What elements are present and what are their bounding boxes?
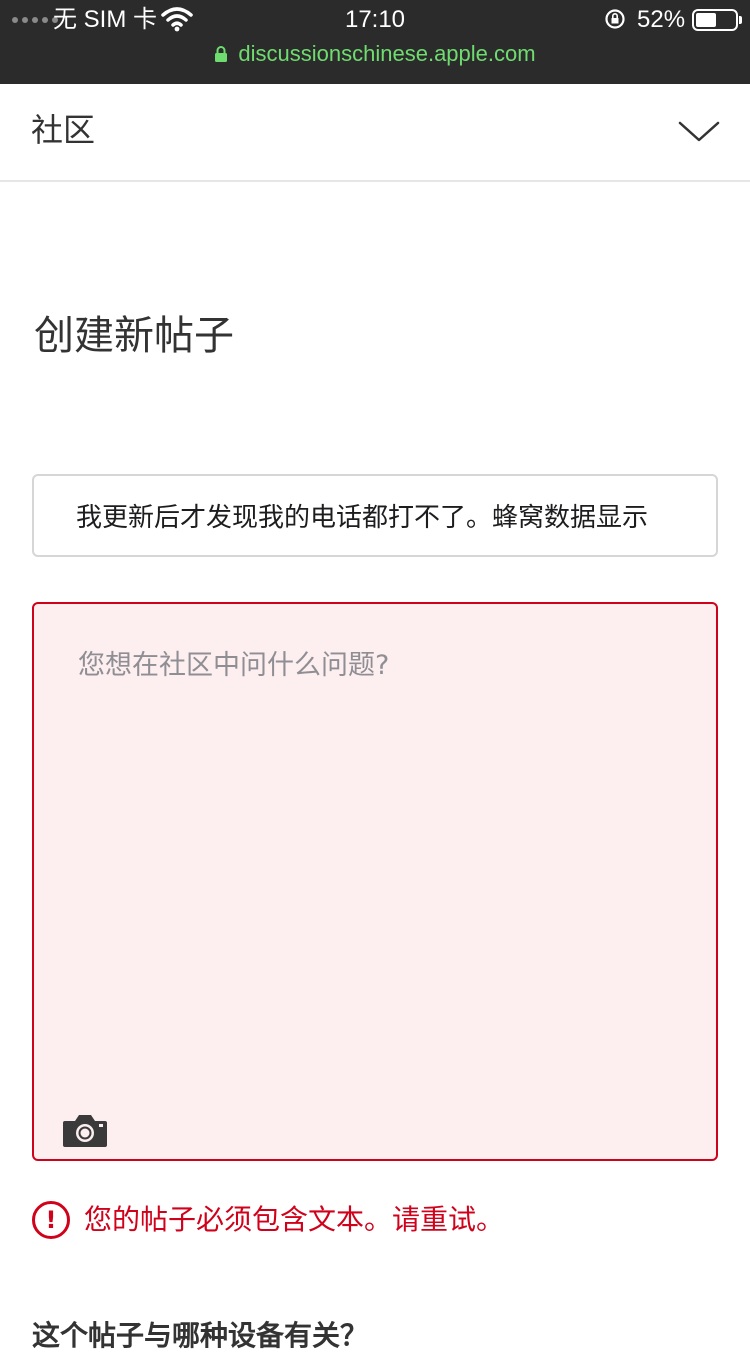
page-title: 创建新帖子 xyxy=(34,313,234,359)
status-row: 无 SIM 卡 17:10 52% xyxy=(0,0,750,40)
community-title[interactable]: 社区 xyxy=(31,110,95,150)
camera-icon[interactable] xyxy=(62,1112,108,1148)
battery-icon xyxy=(692,9,742,31)
site-header: 社区 xyxy=(0,84,750,182)
battery-percent: 52% xyxy=(637,6,686,33)
status-bar: 无 SIM 卡 17:10 52% discussionschinese.app… xyxy=(0,0,750,84)
chevron-down-icon[interactable] xyxy=(678,120,720,144)
device-question-label: 这个帖子与哪种设备有关？ xyxy=(32,1319,369,1352)
error-message: ! 您的帖子必须包含文本。请重试。 xyxy=(32,1200,504,1240)
url-bar[interactable]: discussionschinese.apple.com xyxy=(0,38,750,70)
rotation-lock-icon xyxy=(605,9,625,29)
subject-input[interactable] xyxy=(32,474,718,557)
lock-icon xyxy=(215,46,228,62)
question-body-textarea[interactable]: 您想在社区中问什么问题? xyxy=(32,602,718,1161)
body-placeholder: 您想在社区中问什么问题? xyxy=(78,650,390,681)
url-text[interactable]: discussionschinese.apple.com xyxy=(238,41,535,67)
error-text: 您的帖子必须包含文本。请重试。 xyxy=(84,1203,505,1236)
alert-icon: ! xyxy=(32,1201,70,1239)
